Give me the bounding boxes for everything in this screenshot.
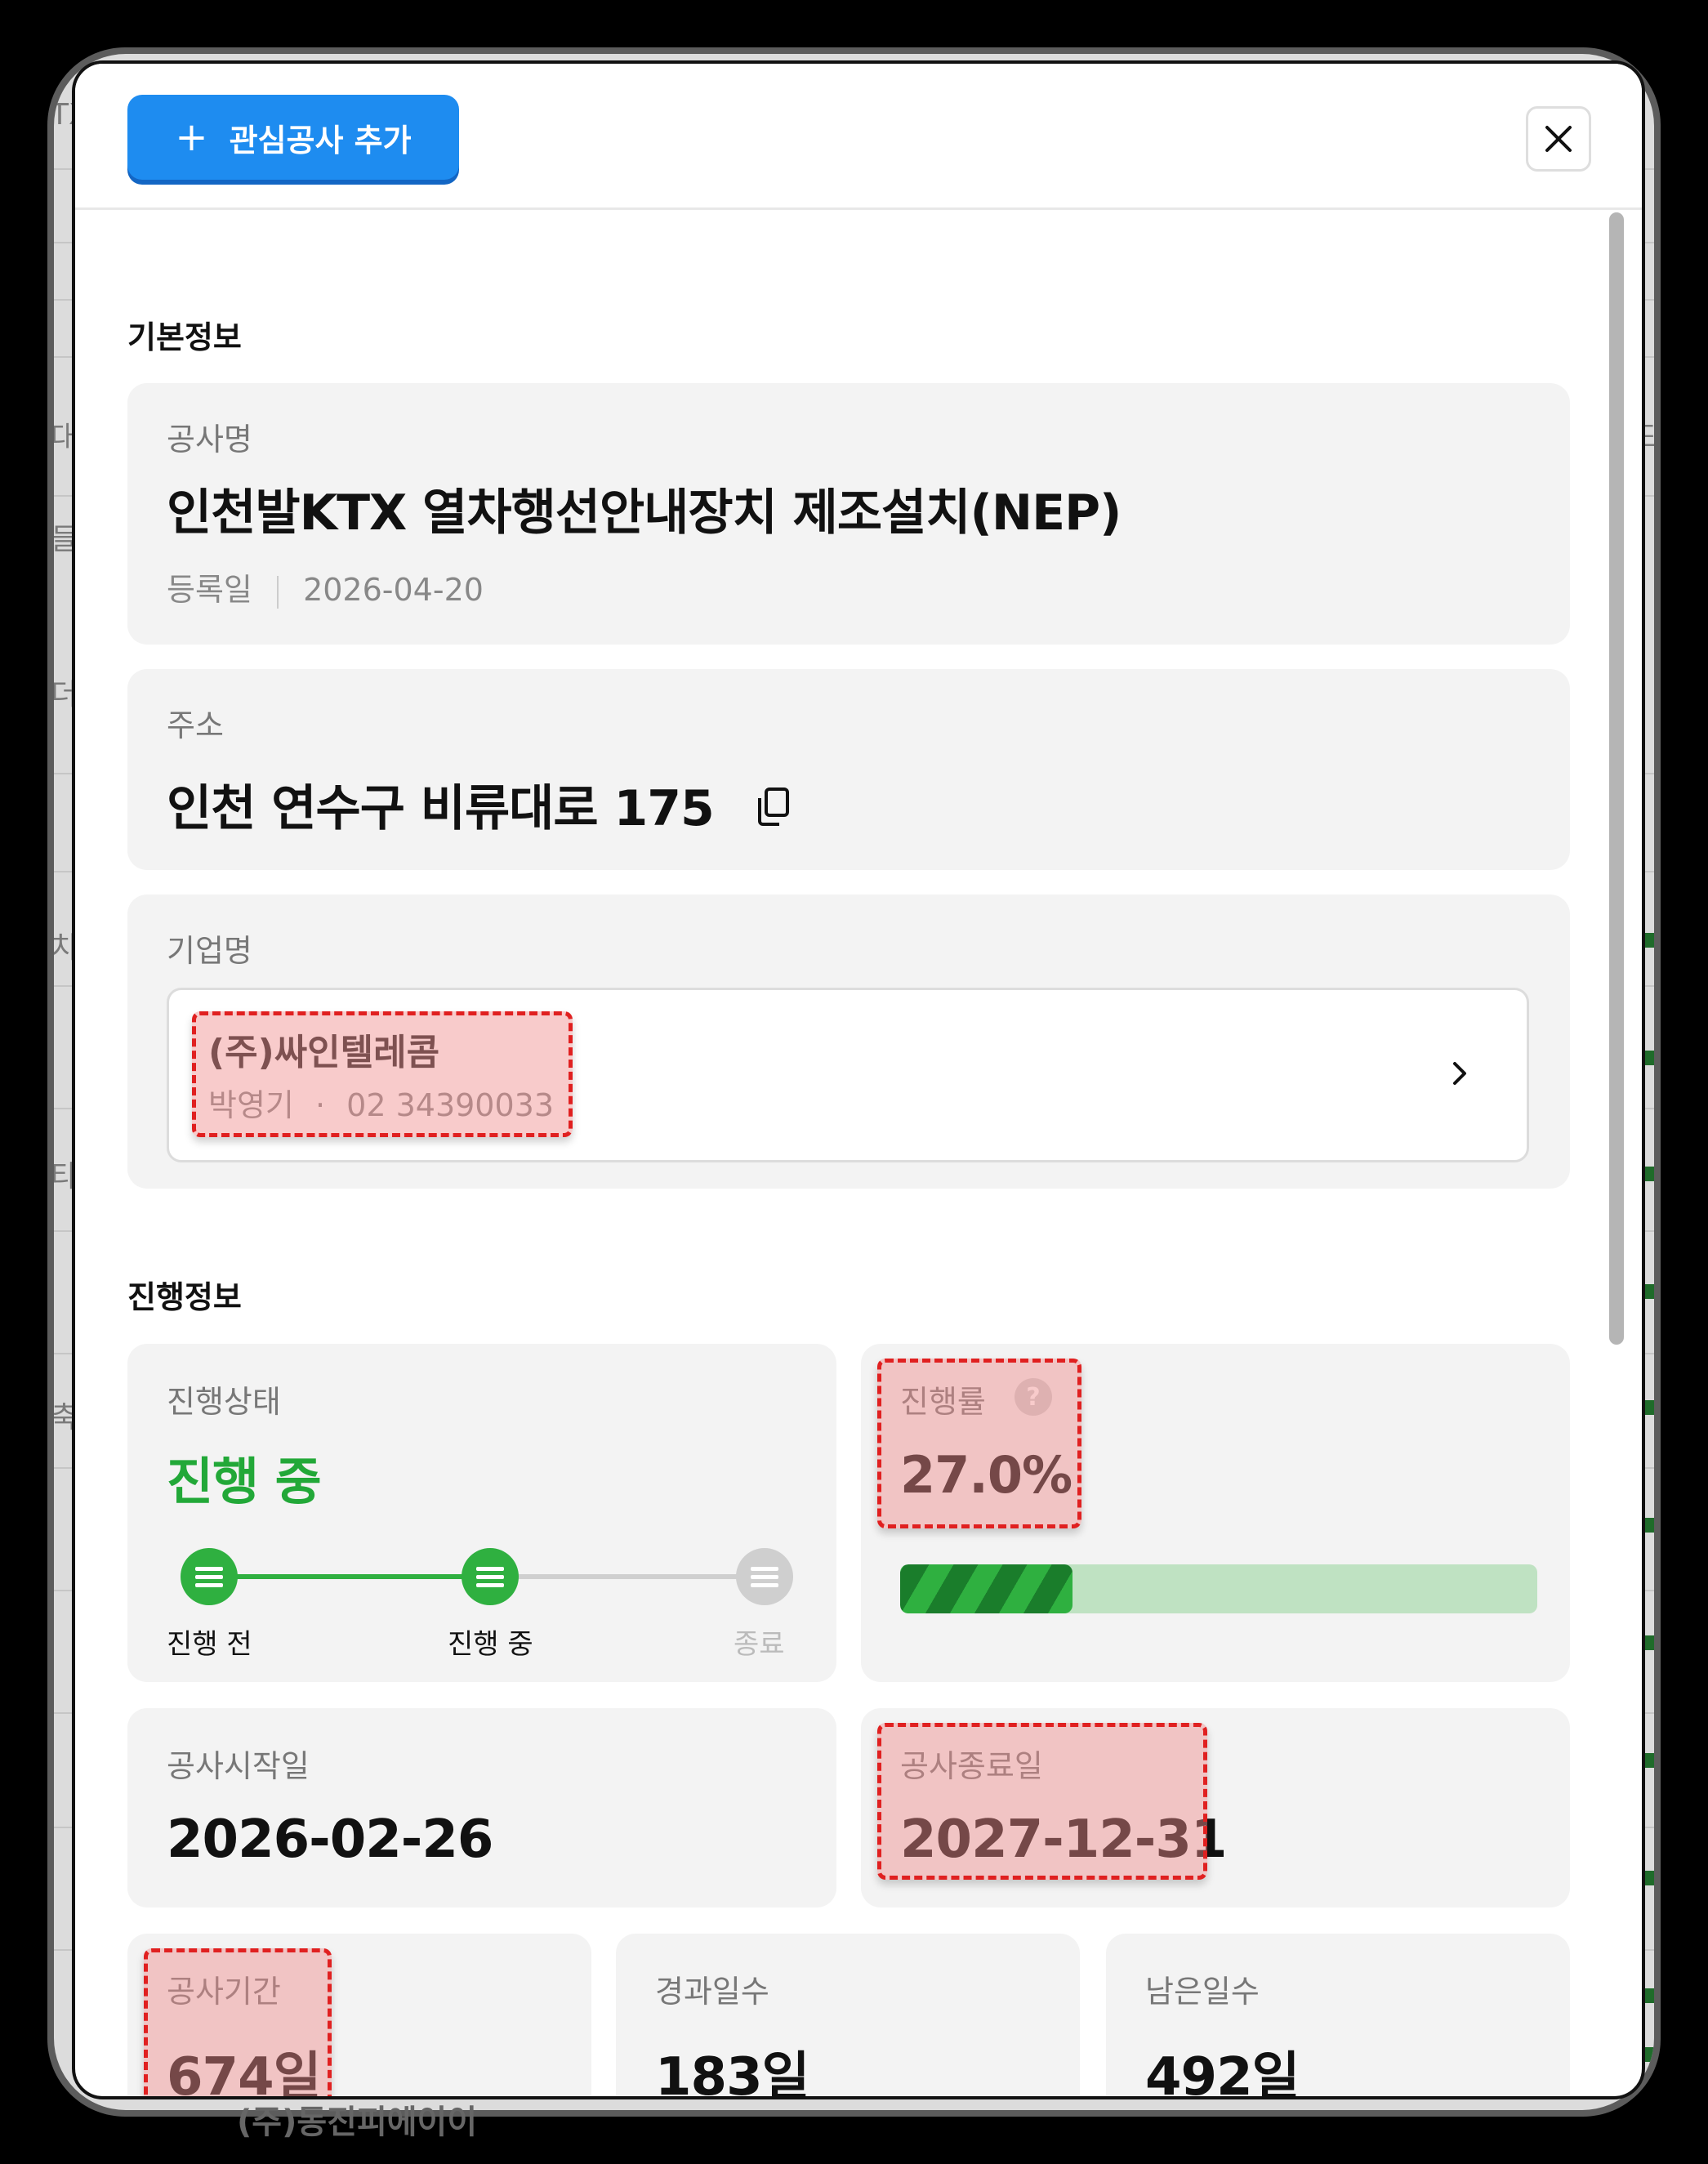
scrollbar[interactable] [1609,212,1624,1345]
close-button[interactable] [1526,106,1591,172]
add-favorite-project-button[interactable]: + 관심공사 추가 [127,95,459,180]
start-date-label: 공사시작일 [167,1748,310,1784]
remaining-value: 492일 [1145,2047,1300,2096]
registered-label: 등록일 [167,572,252,608]
step-label-current: 진행 중 [448,1628,533,1661]
modal-header: + 관심공사 추가 [75,64,1642,210]
chevron-right-icon [1453,1062,1466,1085]
status-label: 진행상태 [167,1384,281,1420]
status-card: 진행상태 진행 중 진행 전 진행 중 종료 [127,1344,836,1682]
project-name-label: 공사명 [167,422,252,457]
step-dot-current [462,1548,519,1605]
remaining-label: 남은일수 [1145,1974,1260,2010]
add-favorite-label: 관심공사 추가 [229,122,412,158]
elapsed-label: 경과일수 [655,1974,769,2010]
step-dot-end [736,1548,793,1605]
project-name: 인천발KTX 열차행선안내장치 제조설치(NEP) [167,484,1122,542]
progress-bar-fill [900,1564,1073,1613]
registered-date-row: 등록일 2026-04-20 [167,564,484,609]
bg-bottom-row: (주)동진피에이이 [237,2104,478,2141]
rate-highlight [877,1359,1081,1528]
registered-date: 2026-04-20 [303,572,484,608]
project-detail-modal: + 관심공사 추가 기본정보 공사명 인천발KTX 열차행선안내장치 제조설치(… [72,60,1645,2099]
copy-address-button[interactable] [755,783,791,840]
company-label: 기업명 [167,933,252,969]
project-name-card: 공사명 인천발KTX 열차행선안내장치 제조설치(NEP) 등록일 2026-0… [127,383,1570,645]
step-label-end: 종료 [734,1628,785,1661]
duration-card: 공사기간 674일 [127,1934,591,2096]
address-value: 인천 연수구 비류대로 175 [167,769,791,840]
remaining-card: 남은일수 492일 [1106,1934,1570,2096]
progress-bar [900,1564,1537,1613]
close-icon [1545,126,1572,152]
step-label-before: 진행 전 [167,1628,252,1661]
step-dot-before [181,1548,238,1605]
duration-highlight [144,1948,332,2096]
elapsed-value: 183일 [655,2047,809,2096]
company-link[interactable]: (주)싸인텔레콤 박영기 · 02 34390033 [167,988,1529,1162]
company-highlight [192,1011,573,1137]
progress-rate-card: 진행률 ? 27.0% [861,1344,1570,1682]
address-label: 주소 [167,707,224,743]
progress-info-title: 진행정보 [127,1279,242,1315]
elapsed-card: 경과일수 183일 [616,1934,1080,2096]
end-date-card: 공사종료일 2027-12-31 [861,1708,1570,1907]
end-date-highlight [877,1723,1207,1880]
modal-content[interactable]: 기본정보 공사명 인천발KTX 열차행선안내장치 제조설치(NEP) 등록일 2… [75,210,1642,2096]
address-card: 주소 인천 연수구 비류대로 175 [127,669,1570,870]
status-value: 진행 중 [167,1452,322,1511]
start-date: 2026-02-26 [167,1809,493,1870]
company-card: 기업명 (주)싸인텔레콤 박영기 · 02 34390033 [127,895,1570,1189]
start-date-card: 공사시작일 2026-02-26 [127,1708,836,1907]
plus-icon: + [175,114,208,160]
copy-icon [757,788,789,827]
address-text: 인천 연수구 비류대로 175 [167,780,715,837]
basic-info-title: 기본정보 [127,319,242,355]
